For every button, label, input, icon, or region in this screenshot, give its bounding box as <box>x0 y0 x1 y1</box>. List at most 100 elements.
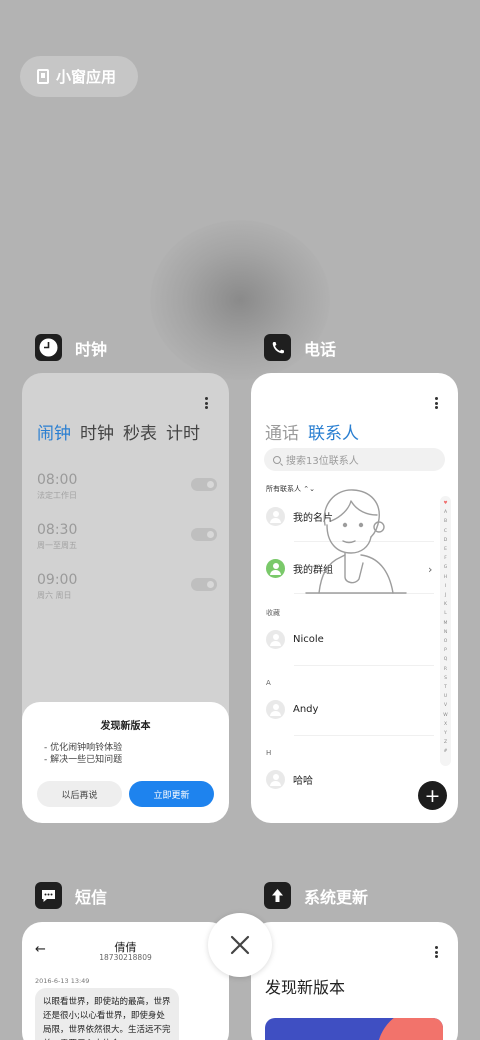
updater-app-card[interactable]: 发现新版本 <box>251 922 458 1040</box>
phone-tabs: 通话 联系人 <box>265 419 359 444</box>
alarm-time: 08:30 <box>37 522 78 538</box>
add-contact-button[interactable]: + <box>418 781 447 810</box>
index-letter[interactable]: V <box>444 701 447 710</box>
alarm-toggle[interactable] <box>191 528 217 541</box>
contact-search-input[interactable]: 搜索13位联系人 <box>264 448 445 471</box>
alarm-item[interactable]: 08:30 周一至周五 <box>37 522 217 551</box>
sms-app-header[interactable]: 短信 <box>35 882 107 909</box>
tab-alarm[interactable]: 闹钟 <box>37 419 71 444</box>
index-letter[interactable]: A <box>444 508 447 517</box>
index-letter[interactable]: Y <box>444 729 447 738</box>
update-dialog: 发现新版本 - 优化闹钟响铃体验 - 解决一些已知问题 以后再说 立即更新 <box>22 702 229 823</box>
update-dialog-title: 发现新版本 <box>100 721 151 732</box>
tab-timer[interactable]: 计时 <box>166 419 200 444</box>
update-title: 发现新版本 <box>265 978 346 997</box>
clock-tabs: 闹钟 时钟 秒表 计时 <box>37 419 200 444</box>
search-icon <box>273 455 281 464</box>
alarm-item[interactable]: 09:00 周六 周日 <box>37 572 217 601</box>
index-letter[interactable]: X <box>444 720 447 729</box>
alarm-repeat: 周一至周五 <box>37 541 77 550</box>
index-letter[interactable]: D <box>444 536 447 545</box>
divider <box>294 665 434 666</box>
avatar <box>266 630 285 649</box>
index-letter[interactable]: I <box>445 582 446 591</box>
alarm-time: 08:00 <box>37 472 78 488</box>
more-icon[interactable] <box>435 397 438 409</box>
index-letter[interactable]: # <box>444 747 448 756</box>
section-header: 收藏 <box>266 609 280 617</box>
index-letter[interactable]: T <box>444 683 447 692</box>
index-letter[interactable]: Z <box>444 738 447 747</box>
small-window-apps-button[interactable]: 小窗应用 <box>20 56 138 97</box>
index-letter[interactable]: R <box>444 665 447 674</box>
index-letter[interactable]: S <box>444 674 447 683</box>
alarm-repeat: 周六 周日 <box>37 591 72 600</box>
avatar <box>266 507 285 526</box>
index-letter[interactable]: P <box>444 646 447 655</box>
phone-icon <box>264 334 291 361</box>
phone-app-header[interactable]: 电话 <box>264 334 336 361</box>
more-icon[interactable] <box>205 397 208 409</box>
index-letter[interactable]: L <box>444 609 447 618</box>
contact-row[interactable]: 哈哈 <box>266 770 313 789</box>
alarm-repeat: 法定工作日 <box>37 491 77 500</box>
updater-app-name: 系统更新 <box>304 887 369 907</box>
clock-app-card[interactable]: 闹钟 时钟 秒表 计时 08:00 法定工作日 08:30 周一至周五 09:0… <box>22 373 229 823</box>
alarm-toggle[interactable] <box>191 478 217 491</box>
alarm-time: 09:00 <box>37 572 78 588</box>
avatar <box>266 770 285 789</box>
message-icon <box>35 882 62 909</box>
index-letter[interactable]: B <box>444 517 447 526</box>
index-letter[interactable]: F <box>444 554 447 563</box>
index-letter[interactable]: M <box>444 619 448 628</box>
empty-person-illustration <box>305 489 407 594</box>
small-window-icon <box>37 69 49 84</box>
section-header: A <box>266 679 271 687</box>
tab-stopwatch[interactable]: 秒表 <box>123 419 157 444</box>
tab-clock[interactable]: 时钟 <box>80 419 114 444</box>
clock-icon <box>35 334 62 361</box>
index-letter[interactable]: Q <box>444 655 448 664</box>
clock-app-header[interactable]: 时钟 <box>35 334 107 361</box>
index-letter[interactable]: G <box>444 563 448 572</box>
close-icon <box>230 935 250 955</box>
index-letter[interactable]: E <box>444 545 447 554</box>
chevron-right-icon: › <box>428 563 433 576</box>
sms-app-card[interactable]: ← 倩倩 18730218809 2016-6-13 13:49 以眼看世界，即… <box>22 922 229 1040</box>
later-button[interactable]: 以后再说 <box>37 781 122 807</box>
index-letter[interactable]: C <box>444 527 447 536</box>
sms-app-name: 短信 <box>75 887 108 907</box>
divider <box>294 735 434 736</box>
index-letter[interactable]: K <box>444 600 447 609</box>
index-letter[interactable]: H <box>444 573 447 582</box>
tab-contacts[interactable]: 联系人 <box>308 419 359 444</box>
updater-app-header[interactable]: 系统更新 <box>264 882 368 909</box>
index-letter[interactable]: U <box>444 692 447 701</box>
update-banner-image <box>265 1018 443 1040</box>
index-letter[interactable]: J <box>445 591 446 600</box>
contact-row[interactable]: Nicole <box>266 630 324 649</box>
index-letter[interactable]: N <box>444 628 447 637</box>
update-arrow-icon <box>264 882 291 909</box>
index-letter[interactable]: W <box>443 711 447 720</box>
update-note: - 解决一些已知问题 <box>44 755 123 765</box>
contact-row[interactable]: Andy <box>266 700 318 719</box>
message-bubble: 以眼看世界，即使站的最高，世界还是很小;以心看世界，即使身处局限，世界依然很大。… <box>35 988 179 1040</box>
favorites-index[interactable]: ♥ <box>443 499 447 508</box>
tab-calls[interactable]: 通话 <box>265 419 299 444</box>
contact-name: Nicole <box>293 634 324 645</box>
alarm-item[interactable]: 08:00 法定工作日 <box>37 472 217 501</box>
update-now-button[interactable]: 立即更新 <box>129 781 214 807</box>
avatar <box>266 700 285 719</box>
section-header: H <box>266 749 272 757</box>
alphabet-index[interactable]: ♥ A B C D E F G H I J K L M N O P Q R S … <box>440 496 451 766</box>
conversation-contact-number: 18730218809 <box>99 953 152 962</box>
alarm-toggle[interactable] <box>191 578 217 591</box>
clear-all-button[interactable] <box>208 913 272 977</box>
index-letter[interactable]: O <box>444 637 448 646</box>
phone-app-card[interactable]: 通话 联系人 搜索13位联系人 所有联系人 ⌃⌄ 我的名片 我的群组 › 收藏 … <box>251 373 458 823</box>
more-icon[interactable] <box>435 946 438 958</box>
message-timestamp: 2016-6-13 13:49 <box>35 977 90 985</box>
contact-name: Andy <box>293 704 319 715</box>
small-window-label: 小窗应用 <box>56 68 117 86</box>
